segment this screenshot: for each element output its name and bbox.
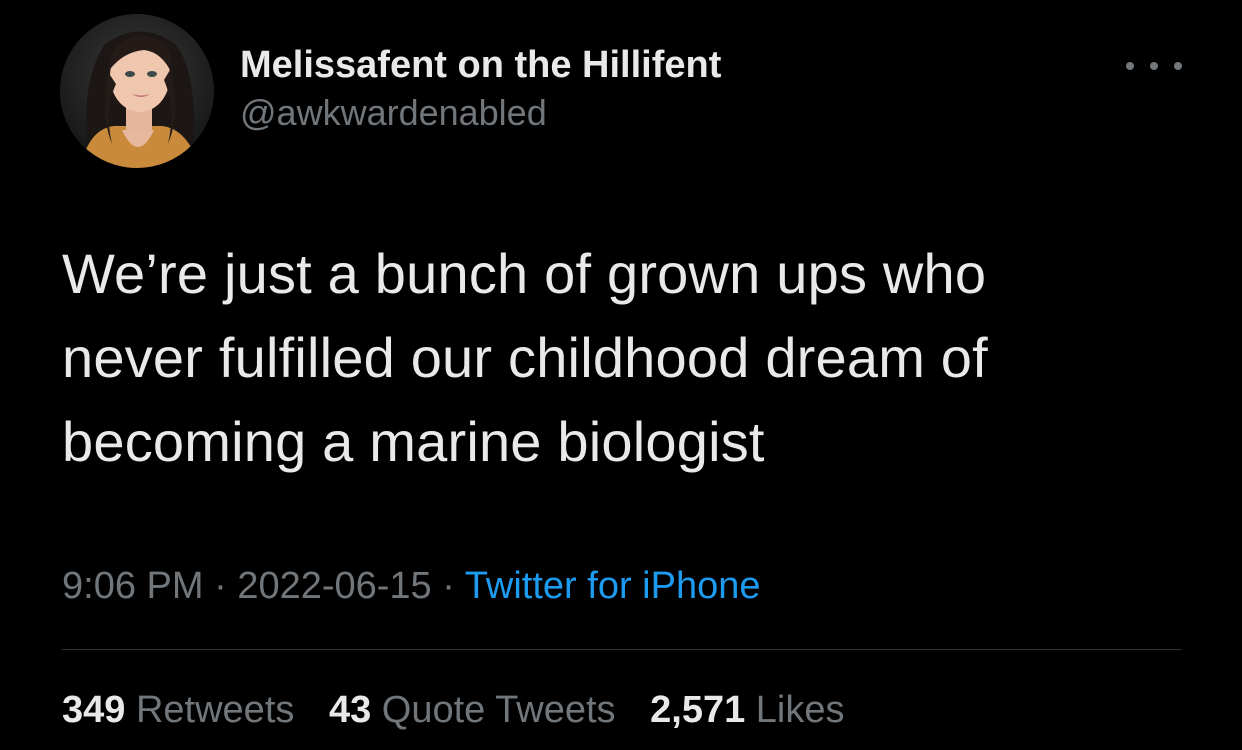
- retweets-label: Retweets: [135, 689, 295, 731]
- dot: [1150, 62, 1158, 70]
- tweet-source-link[interactable]: Twitter for iPhone: [465, 565, 761, 607]
- dot: [1174, 62, 1182, 70]
- quote-tweets-stat[interactable]: 43 Quote Tweets: [329, 689, 616, 731]
- quote-tweets-label: Quote Tweets: [381, 689, 616, 731]
- tweet-stats: 349 Retweets 43 Quote Tweets 2,571 Likes: [62, 684, 869, 736]
- author-avatar[interactable]: [60, 14, 214, 168]
- divider: [62, 649, 1182, 650]
- author-display-name[interactable]: Melissafent on the Hillifent: [240, 40, 721, 90]
- likes-label: Likes: [755, 689, 845, 731]
- retweets-count: 349: [62, 689, 126, 731]
- tweet-text: We’re just a bunch of grown ups who neve…: [62, 242, 988, 473]
- retweets-stat[interactable]: 349 Retweets: [62, 689, 294, 731]
- meta-separator: ·: [203, 565, 238, 607]
- author-handle[interactable]: @awkwardenabled: [240, 90, 721, 136]
- meta-separator: ·: [431, 565, 465, 607]
- likes-count: 2,571: [650, 689, 746, 731]
- avatar-image: [60, 14, 214, 168]
- tweet-date[interactable]: 2022-06-15: [237, 565, 431, 607]
- more-dots-icon[interactable]: [1126, 52, 1182, 80]
- tweet-meta: 9:06 PM · 2022-06-15 · Twitter for iPhon…: [62, 560, 760, 612]
- author-info[interactable]: Melissafent on the Hillifent @awkwardena…: [240, 40, 721, 136]
- tweet-time[interactable]: 9:06 PM: [62, 565, 204, 607]
- tweet-card: Melissafent on the Hillifent @awkwardena…: [0, 0, 1242, 750]
- quote-tweets-count: 43: [328, 689, 372, 731]
- dot: [1126, 62, 1134, 70]
- likes-stat[interactable]: 2,571 Likes: [650, 689, 844, 731]
